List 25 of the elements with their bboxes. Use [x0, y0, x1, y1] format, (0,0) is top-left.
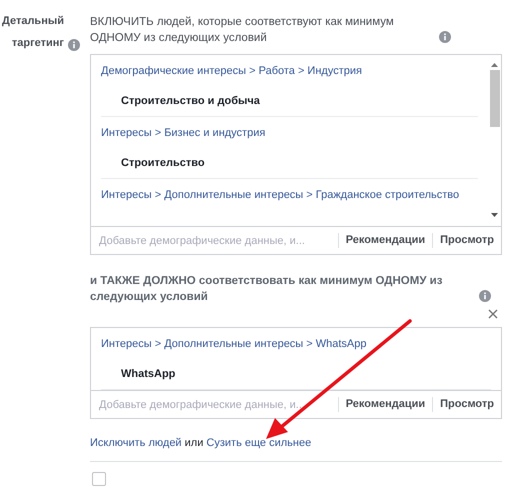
links-sentence: Исключить людей или Сузить еще сильнее: [90, 437, 312, 449]
narrow-link[interactable]: Сузить еще сильнее: [206, 437, 312, 449]
browse-button[interactable]: Просмотр: [432, 397, 501, 412]
scroll-down-icon[interactable]: [491, 213, 498, 217]
selected-interest: Строительство и добыча: [101, 87, 478, 117]
browse-button[interactable]: Просмотр: [432, 233, 501, 248]
info-icon[interactable]: [439, 31, 451, 43]
exclude-link[interactable]: Исключить людей: [90, 437, 182, 449]
info-icon[interactable]: [68, 39, 80, 51]
category-path[interactable]: Интересы > Дополнительные интересы > WhatsApp: [101, 328, 491, 360]
close-icon[interactable]: [488, 309, 498, 319]
checkbox[interactable]: [92, 472, 106, 486]
category-path[interactable]: Интересы > Бизнес и индустрия: [101, 117, 478, 149]
category-path[interactable]: Интересы > Дополнительные интересы > Гражданское строительство: [101, 179, 478, 211]
browse-button[interactable]: Рекомендации: [338, 233, 432, 248]
section-label: Детальный таргетинг: [1, 14, 64, 51]
info-icon[interactable]: [479, 290, 491, 302]
scroll-up-icon[interactable]: [491, 63, 498, 67]
include-heading: ВКЛЮЧИТЬ людей, которые соответствуют как минимум ОДНОМУ из следующих условий: [90, 15, 395, 46]
selected-interest: WhatsApp: [101, 360, 491, 390]
narrow-heading: и ТАКЖЕ ДОЛЖНО соответствовать как минимум ОДНОМУ из следующих условий: [90, 274, 444, 305]
category-path[interactable]: Демографические интересы > Работа > Индустрия: [101, 55, 478, 87]
scrollbar-thumb[interactable]: [490, 70, 500, 127]
selected-interest: Строительство: [101, 149, 478, 179]
browse-button[interactable]: Рекомендации: [338, 397, 432, 412]
